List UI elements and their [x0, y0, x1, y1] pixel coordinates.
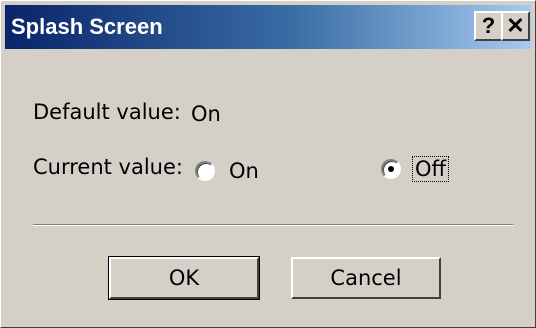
title-bar[interactable]: Splash Screen ? ✕ [5, 5, 531, 49]
radio-off-button[interactable] [381, 159, 401, 179]
window-title: Splash Screen [11, 14, 163, 39]
ok-button[interactable]: OK [108, 256, 260, 300]
current-value-label: Current value: [33, 155, 183, 179]
close-icon: ✕ [506, 13, 525, 38]
close-button[interactable]: ✕ [501, 11, 530, 41]
radio-option-on[interactable]: On [195, 159, 261, 183]
dialog-window: Splash Screen ? ✕ Default value: On Curr… [0, 0, 536, 328]
question-mark-icon: ? [481, 13, 496, 38]
default-value-text: On [191, 102, 221, 126]
cancel-button[interactable]: Cancel [291, 257, 441, 299]
radio-on-button[interactable] [195, 161, 215, 181]
radio-selected-dot-icon [388, 166, 394, 172]
default-value-label: Default value: [33, 100, 181, 124]
radio-option-off[interactable]: Off [381, 156, 449, 182]
radio-on-label[interactable]: On [227, 159, 261, 183]
separator [33, 224, 513, 226]
radio-off-label[interactable]: Off [412, 156, 449, 182]
help-button[interactable]: ? [474, 11, 503, 41]
